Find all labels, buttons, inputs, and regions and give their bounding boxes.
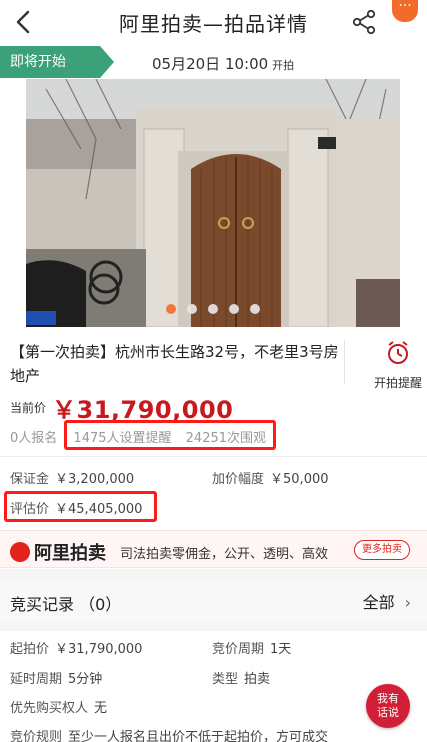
- start-time-text: 05月20日 10:00: [152, 55, 269, 73]
- item-title: 【第一次拍卖】杭州市长生路32号，不老里3号房地产: [10, 343, 339, 385]
- start-time-suffix: 开拍: [272, 59, 295, 72]
- alarm-clock-icon: [388, 341, 408, 364]
- more-auctions-button[interactable]: 更多拍卖: [354, 540, 410, 560]
- increment-field: 加价幅度 ￥50,000: [212, 468, 329, 487]
- deposit-label: 保证金: [10, 472, 50, 487]
- view-all-records-link[interactable]: 全部 ›: [363, 589, 411, 613]
- start-reminder-label: 开拍提醒: [373, 376, 422, 390]
- cycle-value: 1天: [270, 642, 292, 657]
- divider: [344, 340, 345, 384]
- rule-label: 竞价规则: [10, 730, 63, 742]
- banner-slogan: 司法拍卖零佣金，公开、透明、高效: [120, 547, 329, 562]
- increment-label: 加价幅度: [212, 472, 265, 487]
- rule-value: 至少一人报名且出价不低于起拍价，方可成交: [68, 730, 329, 742]
- carousel-dot[interactable]: [208, 304, 218, 314]
- ali-auction-logo: 阿里拍卖: [10, 539, 106, 565]
- start-price-label: 起拍价: [10, 642, 50, 657]
- logo-mark-icon: [10, 542, 30, 562]
- priority-value: 无: [94, 701, 108, 716]
- logo-text: 阿里拍卖: [34, 543, 106, 564]
- carousel-dot[interactable]: [229, 304, 240, 314]
- delay-label: 延时周期: [10, 672, 63, 687]
- type-field: 类型 拍卖: [212, 668, 270, 687]
- share-icon[interactable]: [350, 8, 378, 36]
- deposit-value: ￥3,200,000: [55, 472, 135, 487]
- carousel-dots: [26, 299, 400, 318]
- highlight-box-stats: [64, 420, 276, 450]
- comment-bubble-line2: 话说: [377, 706, 399, 719]
- auction-start-time: 05月20日 10:00 开拍: [152, 53, 294, 74]
- divider: [0, 456, 427, 457]
- priority-field: 优先购买权人无: [10, 697, 107, 716]
- current-price-label: 当前价: [10, 401, 47, 415]
- promo-banner[interactable]: 阿里拍卖 司法拍卖零佣金，公开、透明、高效 更多拍卖: [0, 530, 427, 568]
- more-dots-icon[interactable]: ···: [392, 0, 418, 22]
- priority-label: 优先购买权人: [10, 701, 89, 716]
- cycle-field: 竞价周期 1天: [212, 638, 291, 657]
- view-all-label: 全部: [362, 593, 395, 612]
- comment-bubble-line1: 我有: [377, 692, 399, 705]
- comment-bubble-button[interactable]: 我有 话说: [366, 684, 410, 728]
- section-gap: [0, 623, 427, 631]
- status-badge: 即将开始: [0, 46, 114, 78]
- delay-value: 5分钟: [68, 672, 103, 687]
- delay-field: 延时周期 5分钟: [10, 668, 102, 687]
- deposit-field: 保证金 ￥3,200,000: [10, 468, 134, 487]
- rule-field: 竞价规则 至少一人报名且出价不低于起拍价，方可成交: [10, 726, 328, 742]
- nav-bar: 阿里拍卖—拍品详情 ···: [0, 0, 427, 46]
- type-value: 拍卖: [244, 672, 271, 687]
- increment-value: ￥50,000: [270, 472, 329, 487]
- item-photo-carousel[interactable]: [26, 79, 400, 327]
- start-reminder-button[interactable]: 开拍提醒: [368, 340, 427, 391]
- bid-records-row[interactable]: 竞买记录 （0） 全部 ›: [0, 579, 427, 623]
- carousel-dot[interactable]: [186, 304, 197, 314]
- section-gap: [0, 569, 427, 579]
- highlight-box-appraisal: [4, 491, 157, 522]
- start-price-value: ￥31,790,000: [55, 642, 143, 657]
- cycle-label: 竞价周期: [212, 642, 265, 657]
- carousel-dot-active[interactable]: [165, 304, 176, 314]
- signup-count: 0人报名: [10, 431, 58, 446]
- house-gate-photo: [26, 79, 400, 327]
- auction-status-strip: 即将开始 05月20日 10:00 开拍: [0, 46, 427, 78]
- type-label: 类型: [212, 672, 239, 687]
- start-price-field: 起拍价 ￥31,790,000: [10, 638, 142, 657]
- chevron-right-icon: ›: [404, 593, 411, 612]
- bid-records-title: 竞买记录 （0）: [10, 595, 122, 614]
- carousel-dot[interactable]: [250, 304, 261, 314]
